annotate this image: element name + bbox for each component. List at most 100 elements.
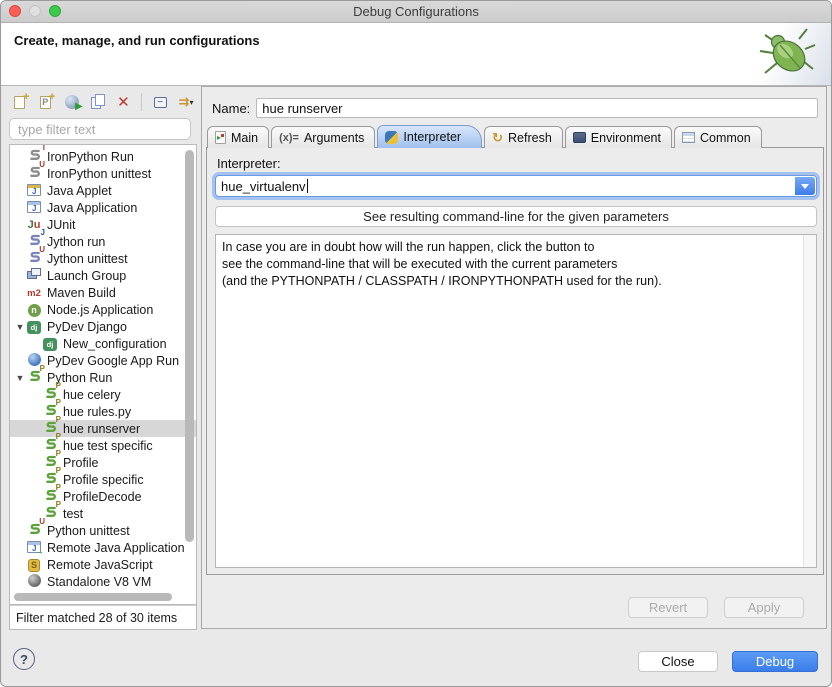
tree-item[interactable]: Ptest	[10, 505, 196, 522]
tab-refresh[interactable]: ↻Refresh	[484, 126, 563, 148]
tree-item-label: IronPython unittest	[46, 167, 151, 181]
tree-item-label: Java Application	[46, 201, 137, 215]
tree-item-label: Maven Build	[46, 286, 116, 300]
text-cursor	[307, 179, 308, 193]
jython-unittest-icon: U	[26, 250, 46, 267]
command-line-info-text: In case you are in doubt how will the ru…	[222, 239, 798, 290]
tree-item[interactable]: SRemote JavaScript	[10, 556, 196, 573]
tree-item-label: Java Applet	[46, 184, 112, 198]
remote-javascript-icon: S	[26, 557, 46, 572]
dialog-header: Create, manage, and run configurations	[1, 23, 831, 86]
tree-item[interactable]: Phue runserver	[10, 420, 196, 437]
revert-label: Revert	[649, 600, 687, 615]
tab-label: Environment	[591, 131, 661, 145]
export-configurations-icon[interactable]: ▶	[61, 91, 83, 113]
tree-item-label: Node.js Application	[46, 303, 153, 317]
tree-item[interactable]: Standalone V8 VM	[10, 573, 196, 590]
django-configuration-icon: dj	[42, 336, 62, 352]
tree-item[interactable]: IIronPython Run	[10, 148, 196, 165]
tree-item[interactable]: PProfile specific	[10, 471, 196, 488]
tree-item-label: hue celery	[62, 388, 121, 402]
close-window-icon[interactable]	[9, 5, 21, 17]
common-table-icon	[682, 132, 695, 143]
delete-configuration-icon[interactable]: ✕	[112, 91, 134, 113]
tree-item[interactable]: UPython unittest	[10, 522, 196, 539]
tree-item-label: hue test specific	[62, 439, 153, 453]
duplicate-configuration-icon[interactable]	[87, 91, 109, 113]
tree-item-label: IronPython Run	[46, 150, 134, 164]
info-scrollbar-track[interactable]	[803, 235, 816, 567]
tree-item-label: New_configuration	[62, 337, 167, 351]
tree-item[interactable]: ▼djPyDev Django	[10, 318, 196, 335]
tree-item[interactable]: nNode.js Application	[10, 301, 196, 318]
tree-item-label: JUnit	[46, 218, 75, 232]
apply-label: Apply	[748, 600, 781, 615]
python-unittest-icon: U	[26, 522, 46, 539]
see-command-line-button[interactable]: See resulting command-line for the given…	[215, 206, 817, 227]
title-bar: Debug Configurations	[1, 1, 831, 23]
tree-item[interactable]: PyDev Google App Run	[10, 352, 196, 369]
filter-input[interactable]: type filter text	[9, 118, 191, 140]
tab-label: Interpreter	[403, 130, 461, 144]
debug-configurations-dialog: Debug Configurations Create, manage, and…	[0, 0, 832, 687]
tree-item[interactable]: UJython unittest	[10, 250, 196, 267]
tree-horizontal-scrollbar[interactable]	[14, 593, 172, 601]
help-button[interactable]: ?	[13, 648, 35, 670]
configurations-tree[interactable]: IIronPython RunUIronPython unittestJJava…	[9, 144, 197, 605]
expand-triangle-icon[interactable]: ▼	[14, 373, 26, 383]
tab-environment[interactable]: Environment	[565, 126, 672, 148]
tree-item[interactable]: JJython run	[10, 233, 196, 250]
tree-item-label: ProfileDecode	[62, 490, 142, 504]
java-application-icon: J	[26, 200, 46, 216]
collapse-all-icon[interactable]: −	[149, 91, 171, 113]
name-input[interactable]: hue runserver	[256, 98, 818, 118]
standalone-v8-vm-icon	[26, 573, 46, 590]
interpreter-combo[interactable]: hue_virtualenv	[215, 175, 817, 197]
name-value: hue runserver	[262, 101, 342, 116]
command-line-info-area[interactable]: In case you are in doubt how will the ru…	[215, 234, 817, 568]
ironpython-unittest-icon: U	[26, 165, 46, 182]
tree-item[interactable]: JuJUnit	[10, 216, 196, 233]
filter-status-bar: Filter matched 28 of 30 items	[9, 605, 197, 630]
tree-item[interactable]: Launch Group	[10, 267, 196, 284]
tree-item[interactable]: Phue celery	[10, 386, 196, 403]
apply-button[interactable]: Apply	[724, 597, 804, 618]
tree-item-label: Jython unittest	[46, 252, 128, 266]
combo-dropdown-icon[interactable]	[795, 177, 815, 195]
tree-item-label: Remote JavaScript	[46, 558, 153, 572]
interpreter-tab-content: Interpreter: hue_virtualenv See resultin…	[206, 147, 824, 575]
tree-item[interactable]: PProfileDecode	[10, 488, 196, 505]
tree-item[interactable]: J→Remote Java Application	[10, 539, 196, 556]
tree-item[interactable]: UIronPython unittest	[10, 165, 196, 182]
tree-item-label: Standalone V8 VM	[46, 575, 151, 589]
help-icon: ?	[20, 652, 28, 667]
tab-arguments[interactable]: (x)=Arguments	[271, 126, 375, 148]
tree-item[interactable]: Phue test specific	[10, 437, 196, 454]
nodejs-application-icon: n	[26, 302, 46, 317]
new-prototype-icon[interactable]: P+	[35, 91, 57, 113]
debug-button[interactable]: Debug	[732, 651, 818, 672]
configurations-toolbar: + P+ ▶ ✕ − ⇉▾	[9, 89, 197, 115]
tree-vertical-scrollbar[interactable]	[185, 150, 194, 542]
zoom-window-icon[interactable]	[49, 5, 61, 17]
tree-item[interactable]: m2Maven Build	[10, 284, 196, 301]
filter-configurations-icon[interactable]: ⇉▾	[175, 91, 197, 113]
tab-main[interactable]: Main	[207, 126, 269, 148]
new-configuration-icon[interactable]: +	[9, 91, 31, 113]
interpreter-value: hue_virtualenv	[216, 179, 306, 194]
expand-triangle-icon[interactable]: ▼	[14, 322, 26, 332]
tree-item[interactable]: JJava Applet	[10, 182, 196, 199]
environment-icon	[573, 132, 586, 143]
filter-status-text: Filter matched 28 of 30 items	[16, 611, 177, 625]
tree-item[interactable]: JJava Application	[10, 199, 196, 216]
tree-item[interactable]: ▼PPython Run	[10, 369, 196, 386]
tab-interpreter[interactable]: Interpreter	[377, 125, 482, 148]
revert-button[interactable]: Revert	[628, 597, 708, 618]
close-button[interactable]: Close	[638, 651, 718, 672]
tree-item[interactable]: PProfile	[10, 454, 196, 471]
tab-common[interactable]: Common	[674, 126, 762, 148]
tree-item-label: Launch Group	[46, 269, 126, 283]
tree-item[interactable]: djNew_configuration	[10, 335, 196, 352]
tree-item-label: Profile	[62, 456, 98, 470]
tree-item[interactable]: Phue rules.py	[10, 403, 196, 420]
